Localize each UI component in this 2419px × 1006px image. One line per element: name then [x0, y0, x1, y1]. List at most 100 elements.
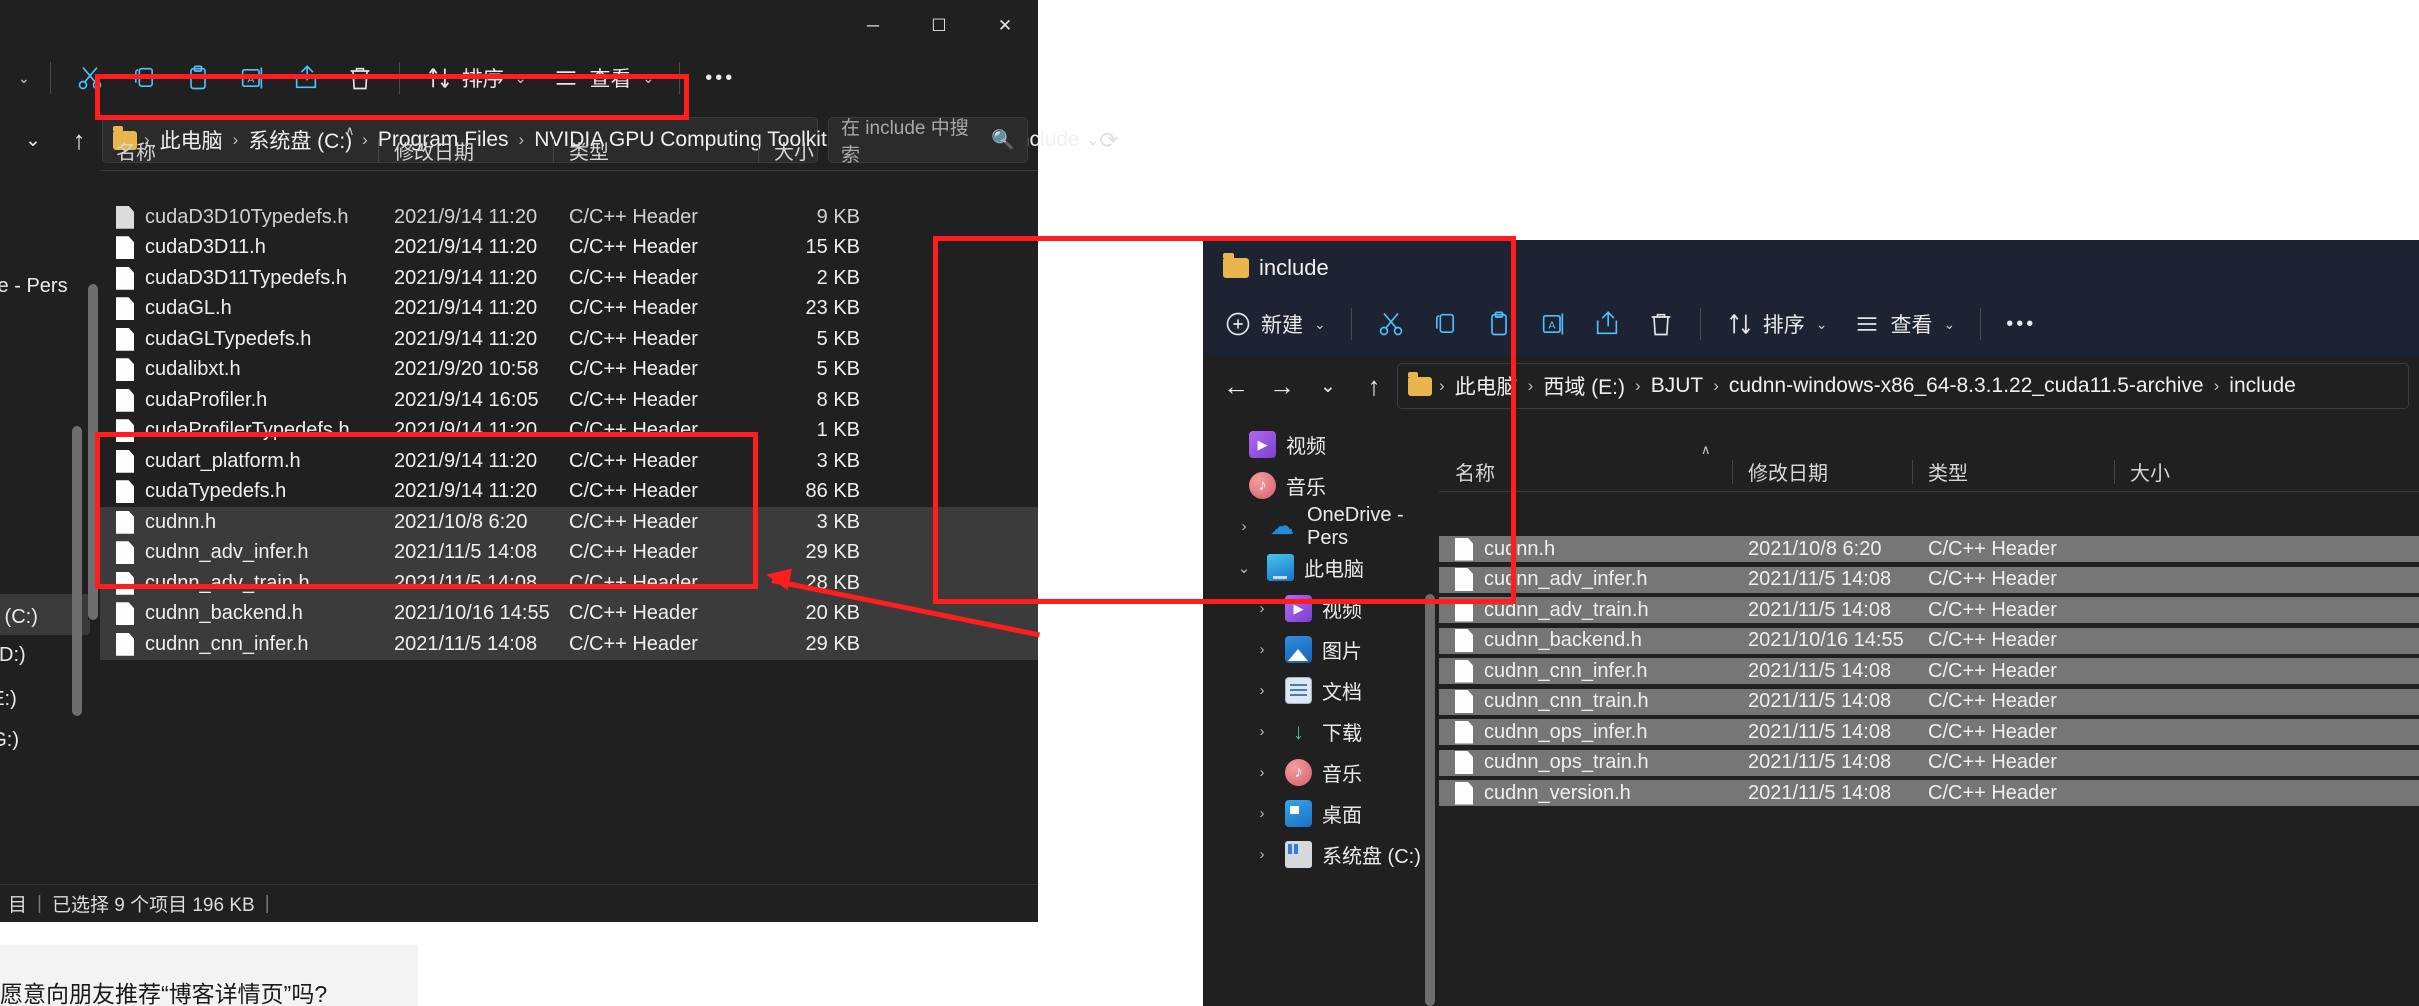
- file-row[interactable]: cudnn_cnn_infer.h 2021/11/5 14:08 C/C++ He…: [100, 629, 1038, 660]
- nav-expander-icon[interactable]: ›: [1249, 805, 1275, 822]
- copy-button[interactable]: [117, 56, 171, 100]
- file-row[interactable]: cudnn_ops_train.h 2021/11/5 14:08 C/C++ He…: [1439, 749, 2419, 776]
- nav-item-9[interactable]: › 桌面: [1243, 793, 1433, 834]
- cut-button[interactable]: [63, 56, 117, 100]
- more-button[interactable]: •••: [1993, 302, 2049, 346]
- nav-expander-icon[interactable]: ›: [1249, 764, 1275, 781]
- cut-button[interactable]: [1364, 302, 1418, 346]
- column-type[interactable]: 类型: [1912, 452, 2114, 492]
- nav-item-3[interactable]: ⌄脑: [0, 307, 90, 348]
- back-button[interactable]: ←: [1213, 364, 1259, 408]
- forward-button[interactable]: →: [1259, 364, 1305, 408]
- nav-expander-icon[interactable]: ›: [1249, 600, 1275, 617]
- breadcrumb-item-4[interactable]: include: [2222, 370, 2303, 402]
- file-row[interactable]: cudaD3D10Typedefs.h 2021/9/14 11:20 C/C++ …: [100, 202, 1038, 233]
- nav-expander-icon[interactable]: ›: [1249, 641, 1275, 658]
- nav-item-1[interactable]: 音乐: [1207, 465, 1433, 506]
- paste-button[interactable]: [1472, 302, 1526, 346]
- file-list-left[interactable]: cudaD3D10Typedefs.h 2021/9/14 11:20 C/C++ …: [100, 202, 1038, 852]
- view-button[interactable]: 查看 ⌄: [1840, 302, 1968, 346]
- nav-item-7[interactable]: › 下载: [1243, 711, 1433, 752]
- column-name[interactable]: 名称: [1439, 452, 1732, 492]
- column-name[interactable]: 名称: [100, 131, 378, 171]
- nav-scrollbar-track-left[interactable]: [72, 426, 82, 716]
- nav-item-6[interactable]: › 文档: [1243, 670, 1433, 711]
- nav-expander-icon[interactable]: ›: [1231, 518, 1257, 535]
- breadcrumb-item-1[interactable]: 西域 (E:): [1536, 367, 1632, 405]
- up-button[interactable]: ↑: [1351, 364, 1397, 408]
- explorer-window-cuda[interactable]: ─ ☐ ✕ ⌄ A 排序 ⌄ 查看 ⌄ ••• ⌄ ↑ › 此电脑 › 系统盘 …: [0, 0, 1119, 922]
- file-row[interactable]: cudnn_version.h 2021/11/5 14:08 C/C++ Head…: [1439, 780, 2419, 806]
- rename-button[interactable]: A: [1526, 302, 1580, 346]
- file-row[interactable]: cudaProfilerTypedefs.h 2021/9/14 11:20 C/C…: [100, 416, 1038, 447]
- nav-item-10[interactable]: › 系统盘 (C:): [1243, 834, 1433, 875]
- column-type[interactable]: 类型: [553, 131, 758, 171]
- view-button[interactable]: 查看 ⌄: [539, 56, 667, 100]
- file-row[interactable]: cudaGLTypedefs.h 2021/9/14 11:20 C/C++ Hea…: [100, 324, 1038, 355]
- column-date[interactable]: 修改日期: [1732, 452, 1912, 492]
- copy-button[interactable]: [1418, 302, 1472, 346]
- nav-expander-icon[interactable]: ⌄: [1231, 559, 1257, 577]
- file-row[interactable]: cudnn.h 2021/10/8 6:20 C/C++ Header: [1439, 536, 2419, 562]
- breadcrumb-item-0[interactable]: 此电脑: [1448, 367, 1525, 405]
- nav-item-0[interactable]: 频: [0, 184, 90, 225]
- new-menu-chevron[interactable]: ⌄: [8, 56, 38, 100]
- file-row[interactable]: cudnn_adv_infer.h 2021/11/5 14:08 C/C++ He…: [1439, 566, 2419, 593]
- refresh-button[interactable]: ⟳: [1099, 127, 1118, 154]
- file-row[interactable]: cudaD3D11Typedefs.h 2021/9/14 11:20 C/C++ …: [100, 263, 1038, 294]
- more-button[interactable]: •••: [692, 56, 748, 100]
- column-size[interactable]: 大小: [2114, 452, 2234, 492]
- nav-item-8[interactable]: › 音乐: [1243, 752, 1433, 793]
- paste-button[interactable]: [171, 56, 225, 100]
- nav-item-5[interactable]: › 图片: [1243, 629, 1433, 670]
- file-row[interactable]: cudnn_adv_train.h 2021/11/5 14:08 C/C++ He…: [100, 568, 1038, 599]
- nav-expander-icon[interactable]: ›: [1249, 723, 1275, 740]
- breadcrumb[interactable]: › 此电脑 › 西域 (E:) › BJUT › cudnn-windows-x…: [1397, 363, 2409, 409]
- share-button[interactable]: [1580, 302, 1634, 346]
- file-row[interactable]: cudaTypedefs.h 2021/9/14 11:20 C/C++ Heade…: [100, 477, 1038, 508]
- file-row[interactable]: cudnn_adv_infer.h 2021/11/5 14:08 C/C++ He…: [100, 537, 1038, 568]
- nav-expander-icon[interactable]: ›: [1249, 682, 1275, 699]
- new-button[interactable]: 新建 ⌄: [1211, 302, 1339, 346]
- file-row[interactable]: cudnn_adv_train.h 2021/11/5 14:08 C/C++ He…: [1439, 597, 2419, 623]
- close-button[interactable]: ✕: [972, 0, 1038, 52]
- nav-item-2[interactable]: ›Drive - Pers: [0, 266, 90, 307]
- explorer-window-cudnn[interactable]: include 新建 ⌄ A 排序 ⌄ 查看 ⌄ ••• ← → ⌄ ↑ › 此…: [1203, 240, 2419, 1006]
- nav-scrollbar-thumb-left[interactable]: [72, 426, 82, 716]
- delete-button[interactable]: [333, 56, 387, 100]
- nav-item-5[interactable]: ›片: [0, 389, 90, 430]
- breadcrumb-item-3[interactable]: cudnn-windows-x86_64-8.3.1.22_cuda11.5-a…: [1722, 370, 2211, 402]
- file-row[interactable]: cudaProfiler.h 2021/9/14 16:05 C/C++ Heade…: [100, 385, 1038, 416]
- delete-button[interactable]: [1634, 302, 1688, 346]
- file-row[interactable]: cudnn_cnn_infer.h 2021/11/5 14:08 C/C++ He…: [1439, 658, 2419, 684]
- window-caption-bar-right[interactable]: include: [1203, 240, 2419, 292]
- nav-item-3[interactable]: ⌄ 此电脑: [1225, 547, 1433, 588]
- nav-item-4[interactable]: › 视频: [1243, 588, 1433, 629]
- recent-locations-button[interactable]: ⌄: [1305, 364, 1351, 408]
- recent-locations-button[interactable]: ⌄: [10, 118, 56, 162]
- rename-button[interactable]: A: [225, 56, 279, 100]
- file-row[interactable]: cudaD3D11.h 2021/9/14 11:20 C/C++ Header 15…: [100, 233, 1038, 264]
- up-button[interactable]: ↑: [56, 118, 102, 162]
- column-date[interactable]: 修改日期: [378, 131, 553, 171]
- share-button[interactable]: [279, 56, 333, 100]
- window-caption-bar-left[interactable]: ─ ☐ ✕: [0, 0, 1038, 52]
- breadcrumb-item-2[interactable]: BJUT: [1644, 370, 1711, 402]
- navigation-pane-right[interactable]: 视频音乐›OneDrive - Pers⌄此电脑›视频›图片›文档›下载›音乐›…: [1207, 424, 1433, 875]
- file-row[interactable]: cudalibxt.h 2021/9/20 10:58 C/C++ Header 5 …: [100, 355, 1038, 386]
- nav-item-13[interactable]: ›域 (G:): [0, 717, 90, 758]
- nav-item-4[interactable]: ›频: [0, 348, 90, 389]
- file-row[interactable]: cudnn.h 2021/10/8 6:20 C/C++ Header 3 KB: [100, 507, 1038, 538]
- breadcrumb-dropdown-button[interactable]: ⌄: [1087, 131, 1100, 149]
- nav-scrollbar-thumb-right[interactable]: [1425, 594, 1435, 1006]
- sort-button[interactable]: 排序 ⌄: [1713, 302, 1841, 346]
- nav-expander-icon[interactable]: ›: [1249, 846, 1275, 863]
- file-row[interactable]: cudaGL.h 2021/9/14 11:20 C/C++ Header 23 KB: [100, 294, 1038, 325]
- maximize-button[interactable]: ☐: [906, 0, 972, 52]
- list-scrollbar-track-left[interactable]: [88, 284, 98, 620]
- nav-item-1[interactable]: 乐: [0, 225, 90, 266]
- file-row[interactable]: cudnn_ops_infer.h 2021/11/5 14:08 C/C++ He…: [1439, 719, 2419, 745]
- nav-item-0[interactable]: 视频: [1207, 424, 1433, 465]
- file-row[interactable]: cudart_platform.h 2021/9/14 11:20 C/C++ He…: [100, 446, 1038, 477]
- nav-item-2[interactable]: › OneDrive - Pers: [1225, 504, 1433, 549]
